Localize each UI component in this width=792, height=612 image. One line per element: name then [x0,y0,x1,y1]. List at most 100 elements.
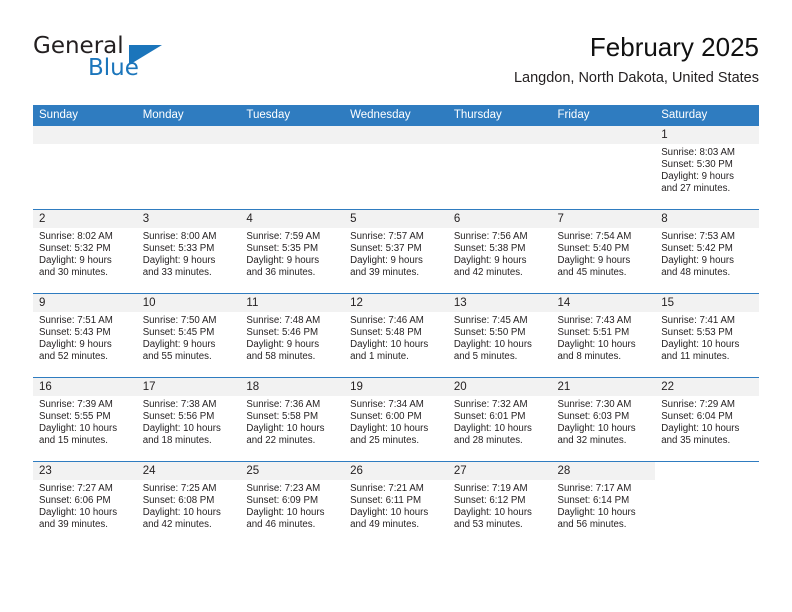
day-info: Sunrise: 7:50 AM Sunset: 5:45 PM Daylight:… [137,312,241,363]
calendar-day-cell[interactable]: 9 Sunrise: 7:51 AM Sunset: 5:43 PM Daylight… [33,293,137,378]
calendar-day-cell-empty [344,125,448,210]
day-number [33,126,137,144]
calendar-day-cell[interactable]: 6 Sunrise: 7:56 AM Sunset: 5:38 PM Daylight… [447,209,552,294]
calendar-day-cell[interactable]: 23 Sunrise: 7:27 AM Sunset: 6:06 PM Dayligh… [33,461,137,545]
day-number: 17 [136,378,241,396]
calendar-day-cell[interactable]: 18 Sunrise: 7:36 AM Sunset: 5:58 PM Dayligh… [240,377,345,462]
page-subtitle: Langdon, North Dakota, United States [513,70,759,86]
day-info-sunrise: Sunrise: 7:57 AM [350,231,424,242]
calendar-day-cell[interactable]: 15 Sunrise: 7:41 AM Sunset: 5:53 PM Dayligh… [655,293,759,378]
calendar-day-cell[interactable]: 24 Sunrise: 7:25 AM Sunset: 6:08 PM Dayligh… [136,461,241,545]
day-info-daylight1: Daylight: 10 hours [661,423,740,435]
calendar-day-cell[interactable]: 26 Sunrise: 7:21 AM Sunset: 6:11 PM Dayligh… [344,461,448,545]
calendar-day-cell-empty [136,125,241,210]
calendar-day-cell[interactable]: 28 Sunrise: 7:17 AM Sunset: 6:14 PM Dayligh… [551,461,656,545]
day-info-daylight2: and 36 minutes. [246,267,316,279]
calendar-day-cell[interactable]: 22 Sunrise: 7:29 AM Sunset: 6:04 PM Dayligh… [655,377,759,462]
day-info-daylight1: Daylight: 10 hours [557,423,636,435]
day-info-daylight2: and 48 minutes. [661,267,731,279]
day-number [136,126,241,144]
calendar-day-cell[interactable]: 3 Sunrise: 8:00 AM Sunset: 5:33 PM Daylight… [136,209,241,294]
calendar-day-cell-empty [447,125,552,210]
calendar-day-cell-empty [33,125,137,210]
calendar-day-cell[interactable]: 8 Sunrise: 7:53 AM Sunset: 5:42 PM Daylight… [655,209,759,294]
calendar-day-cell[interactable]: 20 Sunrise: 7:32 AM Sunset: 6:01 PM Dayligh… [447,377,552,462]
calendar-day-cell[interactable]: 5 Sunrise: 7:57 AM Sunset: 5:37 PM Daylight… [344,209,448,294]
calendar-day-cell-empty [655,461,759,545]
day-info-daylight2: and 39 minutes. [350,267,420,279]
day-info-sunrise: Sunrise: 7:34 AM [350,399,424,410]
day-info: Sunrise: 7:36 AM Sunset: 5:58 PM Daylight:… [240,396,344,447]
day-info: Sunrise: 7:39 AM Sunset: 5:55 PM Daylight:… [33,396,137,447]
calendar-day-cell[interactable]: 25 Sunrise: 7:23 AM Sunset: 6:09 PM Dayligh… [240,461,345,545]
day-info: Sunrise: 7:19 AM Sunset: 6:12 PM Daylight:… [448,480,552,531]
calendar-day-cell[interactable]: 10 Sunrise: 7:50 AM Sunset: 5:45 PM Dayligh… [136,293,241,378]
day-info-sunrise: Sunrise: 7:48 AM [246,315,321,326]
day-number: 18 [240,378,345,396]
day-info-sunrise: Sunrise: 7:41 AM [661,315,735,326]
weekday-header-wednesday: Wednesday [344,105,448,126]
calendar-day-cell[interactable]: 1 Sunrise: 8:03 AM Sunset: 5:30 PM Daylight… [655,125,759,210]
day-info-sunrise: Sunrise: 7:46 AM [350,315,424,326]
day-number [655,462,759,480]
day-number: 2 [33,210,137,228]
calendar-day-cell[interactable]: 11 Sunrise: 7:48 AM Sunset: 5:46 PM Dayligh… [240,293,345,378]
calendar-day-cell[interactable]: 21 Sunrise: 7:30 AM Sunset: 6:03 PM Dayligh… [551,377,656,462]
calendar-day-cell[interactable]: 19 Sunrise: 7:34 AM Sunset: 6:00 PM Dayligh… [344,377,448,462]
day-info-daylight1: Daylight: 9 hours [39,255,112,267]
day-info-daylight1: Daylight: 10 hours [453,339,532,351]
day-info: Sunrise: 7:53 AM Sunset: 5:42 PM Daylight:… [655,228,759,279]
day-info: Sunrise: 7:41 AM Sunset: 5:53 PM Daylight:… [655,312,759,363]
calendar-table: Sunday Monday Tuesday Wednesday Thursday… [33,105,759,545]
day-info-sunrise: Sunrise: 7:36 AM [246,399,321,410]
day-info-sunset: Sunset: 6:08 PM [142,495,215,507]
weekday-header-friday: Friday [551,105,656,126]
day-number: 15 [655,294,759,312]
day-info-daylight1: Daylight: 9 hours [246,255,320,267]
calendar-day-cell-empty [551,125,656,210]
day-info-daylight1: Daylight: 10 hours [246,507,325,519]
day-info-daylight2: and 42 minutes. [142,519,212,531]
calendar-day-cell[interactable]: 27 Sunrise: 7:19 AM Sunset: 6:12 PM Dayligh… [447,461,552,545]
day-info: Sunrise: 7:57 AM Sunset: 5:37 PM Daylight:… [344,228,448,279]
day-info: Sunrise: 7:21 AM Sunset: 6:11 PM Daylight:… [344,480,448,531]
day-info-sunrise: Sunrise: 7:29 AM [661,399,735,410]
day-info-daylight1: Daylight: 9 hours [557,255,631,267]
day-number: 16 [33,378,137,396]
day-info-daylight2: and 58 minutes. [246,351,316,363]
day-info: Sunrise: 7:27 AM Sunset: 6:06 PM Daylight:… [33,480,137,531]
day-number: 6 [447,210,552,228]
calendar-week-row: 2 Sunrise: 8:02 AM Sunset: 5:32 PM Daylight… [33,209,759,294]
title-block: February 2025 Langdon, North Dakota, Uni… [514,30,759,89]
day-info: Sunrise: 7:25 AM Sunset: 6:08 PM Daylight:… [137,480,241,531]
day-info-sunrise: Sunrise: 8:03 AM [661,147,735,158]
calendar-day-cell[interactable]: 7 Sunrise: 7:54 AM Sunset: 5:40 PM Daylight… [551,209,656,294]
day-info-daylight2: and 39 minutes. [39,519,108,531]
brand-logo[interactable]: General Blue [33,33,213,89]
day-info-sunset: Sunset: 5:58 PM [246,411,319,423]
calendar-day-cell[interactable]: 4 Sunrise: 7:59 AM Sunset: 5:35 PM Daylight… [240,209,345,294]
day-info-sunrise: Sunrise: 7:30 AM [557,399,632,410]
weekday-header-thursday: Thursday [447,105,552,126]
calendar-day-cell[interactable]: 12 Sunrise: 7:46 AM Sunset: 5:48 PM Dayligh… [344,293,448,378]
day-info-sunrise: Sunrise: 7:53 AM [661,231,735,242]
calendar-day-cell[interactable]: 14 Sunrise: 7:43 AM Sunset: 5:51 PM Dayligh… [551,293,656,378]
day-info: Sunrise: 7:23 AM Sunset: 6:09 PM Daylight:… [240,480,344,531]
day-info-sunset: Sunset: 5:46 PM [246,327,319,339]
day-info-sunrise: Sunrise: 7:38 AM [142,399,217,410]
calendar-day-cell[interactable]: 17 Sunrise: 7:38 AM Sunset: 5:56 PM Dayligh… [136,377,241,462]
day-info-sunrise: Sunrise: 7:39 AM [39,399,113,410]
day-info-daylight2: and 30 minutes. [39,267,108,279]
day-info-sunrise: Sunrise: 7:50 AM [142,315,217,326]
day-number [344,126,448,144]
day-info-sunset: Sunset: 6:14 PM [557,495,630,507]
day-number [447,126,552,144]
day-info-sunset: Sunset: 5:32 PM [39,243,111,255]
weekday-header-sunday: Sunday [33,105,137,126]
calendar-day-cell[interactable]: 13 Sunrise: 7:45 AM Sunset: 5:50 PM Dayligh… [447,293,552,378]
calendar-week-row: 9 Sunrise: 7:51 AM Sunset: 5:43 PM Daylight… [33,293,759,378]
calendar-day-cell[interactable]: 2 Sunrise: 8:02 AM Sunset: 5:32 PM Daylight… [33,209,137,294]
calendar-day-cell[interactable]: 16 Sunrise: 7:39 AM Sunset: 5:55 PM Dayligh… [33,377,137,462]
day-info-sunrise: Sunrise: 7:17 AM [557,483,632,494]
day-info-daylight2: and 22 minutes. [246,435,316,447]
